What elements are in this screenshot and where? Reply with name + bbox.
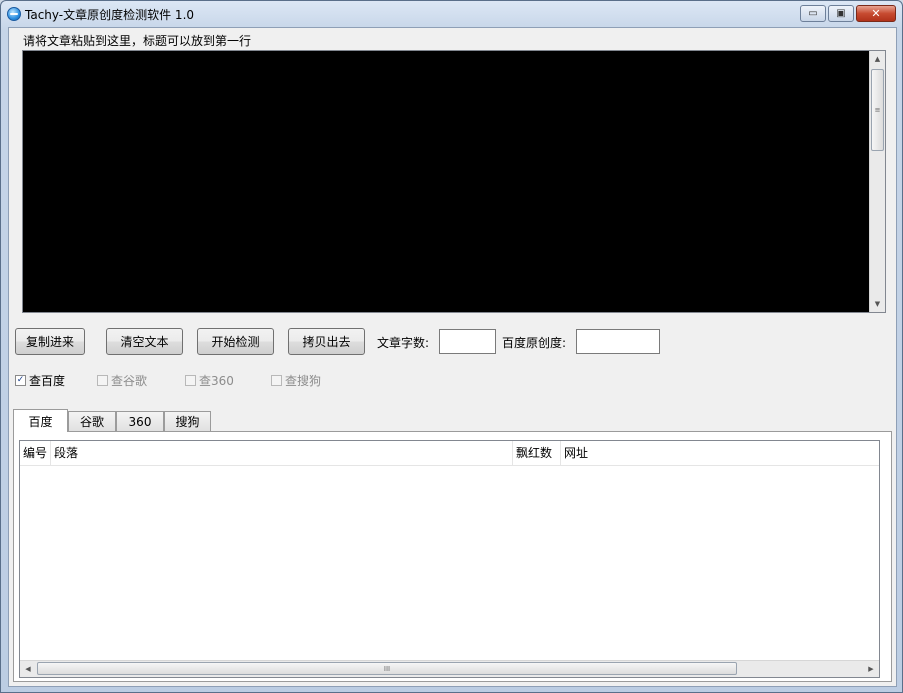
check-360-option[interactable]: 查360 [185, 372, 234, 389]
check-360-label: 查360 [199, 374, 234, 388]
check-baidu-label: 查百度 [29, 374, 66, 388]
editor-scroll-thumb[interactable]: ≡ [871, 69, 884, 151]
column-header-red-count[interactable]: 飘红数 [513, 441, 561, 465]
copy-in-button[interactable]: 复制进来 [15, 328, 85, 355]
word-count-label: 文章字数: [377, 336, 430, 350]
check-google-option[interactable]: 查谷歌 [97, 372, 147, 389]
table-horizontal-scrollbar[interactable]: ◀ III ▶ [20, 660, 879, 677]
table-scroll-thumb[interactable]: III [37, 662, 737, 675]
baidu-originality-label: 百度原创度: [502, 336, 567, 350]
input-section-label: 请将文章粘贴到这里，标题可以放到第一行 [23, 34, 252, 48]
close-button[interactable]: ✕ [856, 5, 896, 22]
app-logo-icon [7, 7, 21, 21]
app-window: Tachy-文章原创度检测软件 1.0 ▭ ▣ ✕ 请将文章粘贴到这里，标题可以… [0, 0, 903, 693]
editor-vertical-scrollbar[interactable]: ▲ ≡ ▼ [869, 51, 885, 312]
tab-sogou[interactable]: 搜狗 [164, 411, 211, 431]
maximize-button[interactable]: ▣ [828, 5, 854, 22]
scroll-down-arrow-icon[interactable]: ▼ [870, 296, 885, 312]
results-table[interactable]: 编号 段落 飘红数 网址 ◀ III ▶ [19, 440, 880, 678]
column-header-url[interactable]: 网址 [561, 441, 879, 465]
check-google-label: 查谷歌 [111, 374, 148, 388]
tab-360[interactable]: 360 [116, 411, 164, 431]
scroll-right-arrow-icon[interactable]: ▶ [863, 661, 879, 677]
baidu-originality-field[interactable] [576, 329, 660, 354]
title-bar[interactable]: Tachy-文章原创度检测软件 1.0 ▭ ▣ ✕ [1, 1, 902, 27]
tab-baidu[interactable]: 百度 [13, 409, 68, 432]
article-text-area[interactable]: ▲ ≡ ▼ [22, 50, 886, 313]
grip-icon: III [383, 664, 391, 673]
tab-google[interactable]: 谷歌 [68, 411, 116, 431]
check-sogou-option[interactable]: 查搜狗 [271, 372, 321, 389]
column-header-paragraph[interactable]: 段落 [51, 441, 513, 465]
scroll-up-arrow-icon[interactable]: ▲ [870, 51, 885, 67]
clear-text-button[interactable]: 清空文本 [106, 328, 183, 355]
checkbox-icon[interactable] [271, 375, 282, 386]
table-header: 编号 段落 飘红数 网址 [20, 441, 879, 466]
tab-panel-baidu: 编号 段落 飘红数 网址 ◀ III ▶ [13, 431, 892, 682]
checkbox-checked-icon[interactable]: ✓ [15, 375, 26, 386]
check-sogou-label: 查搜狗 [285, 374, 322, 388]
window-title: Tachy-文章原创度检测软件 1.0 [25, 8, 195, 22]
column-header-id[interactable]: 编号 [20, 441, 51, 465]
checkbox-icon[interactable] [97, 375, 108, 386]
word-count-field[interactable] [439, 329, 496, 354]
scroll-left-arrow-icon[interactable]: ◀ [20, 661, 36, 677]
grip-icon: ≡ [874, 106, 881, 114]
check-baidu-option[interactable]: ✓ 查百度 [15, 372, 65, 389]
window-controls: ▭ ▣ ✕ [800, 5, 896, 22]
checkbox-icon[interactable] [185, 375, 196, 386]
client-area: 请将文章粘贴到这里，标题可以放到第一行 ▲ ≡ ▼ 复制进来 清空文本 开始检测… [8, 27, 897, 687]
minimize-button[interactable]: ▭ [800, 5, 826, 22]
copy-out-button[interactable]: 拷贝出去 [288, 328, 365, 355]
start-check-button[interactable]: 开始检测 [197, 328, 274, 355]
